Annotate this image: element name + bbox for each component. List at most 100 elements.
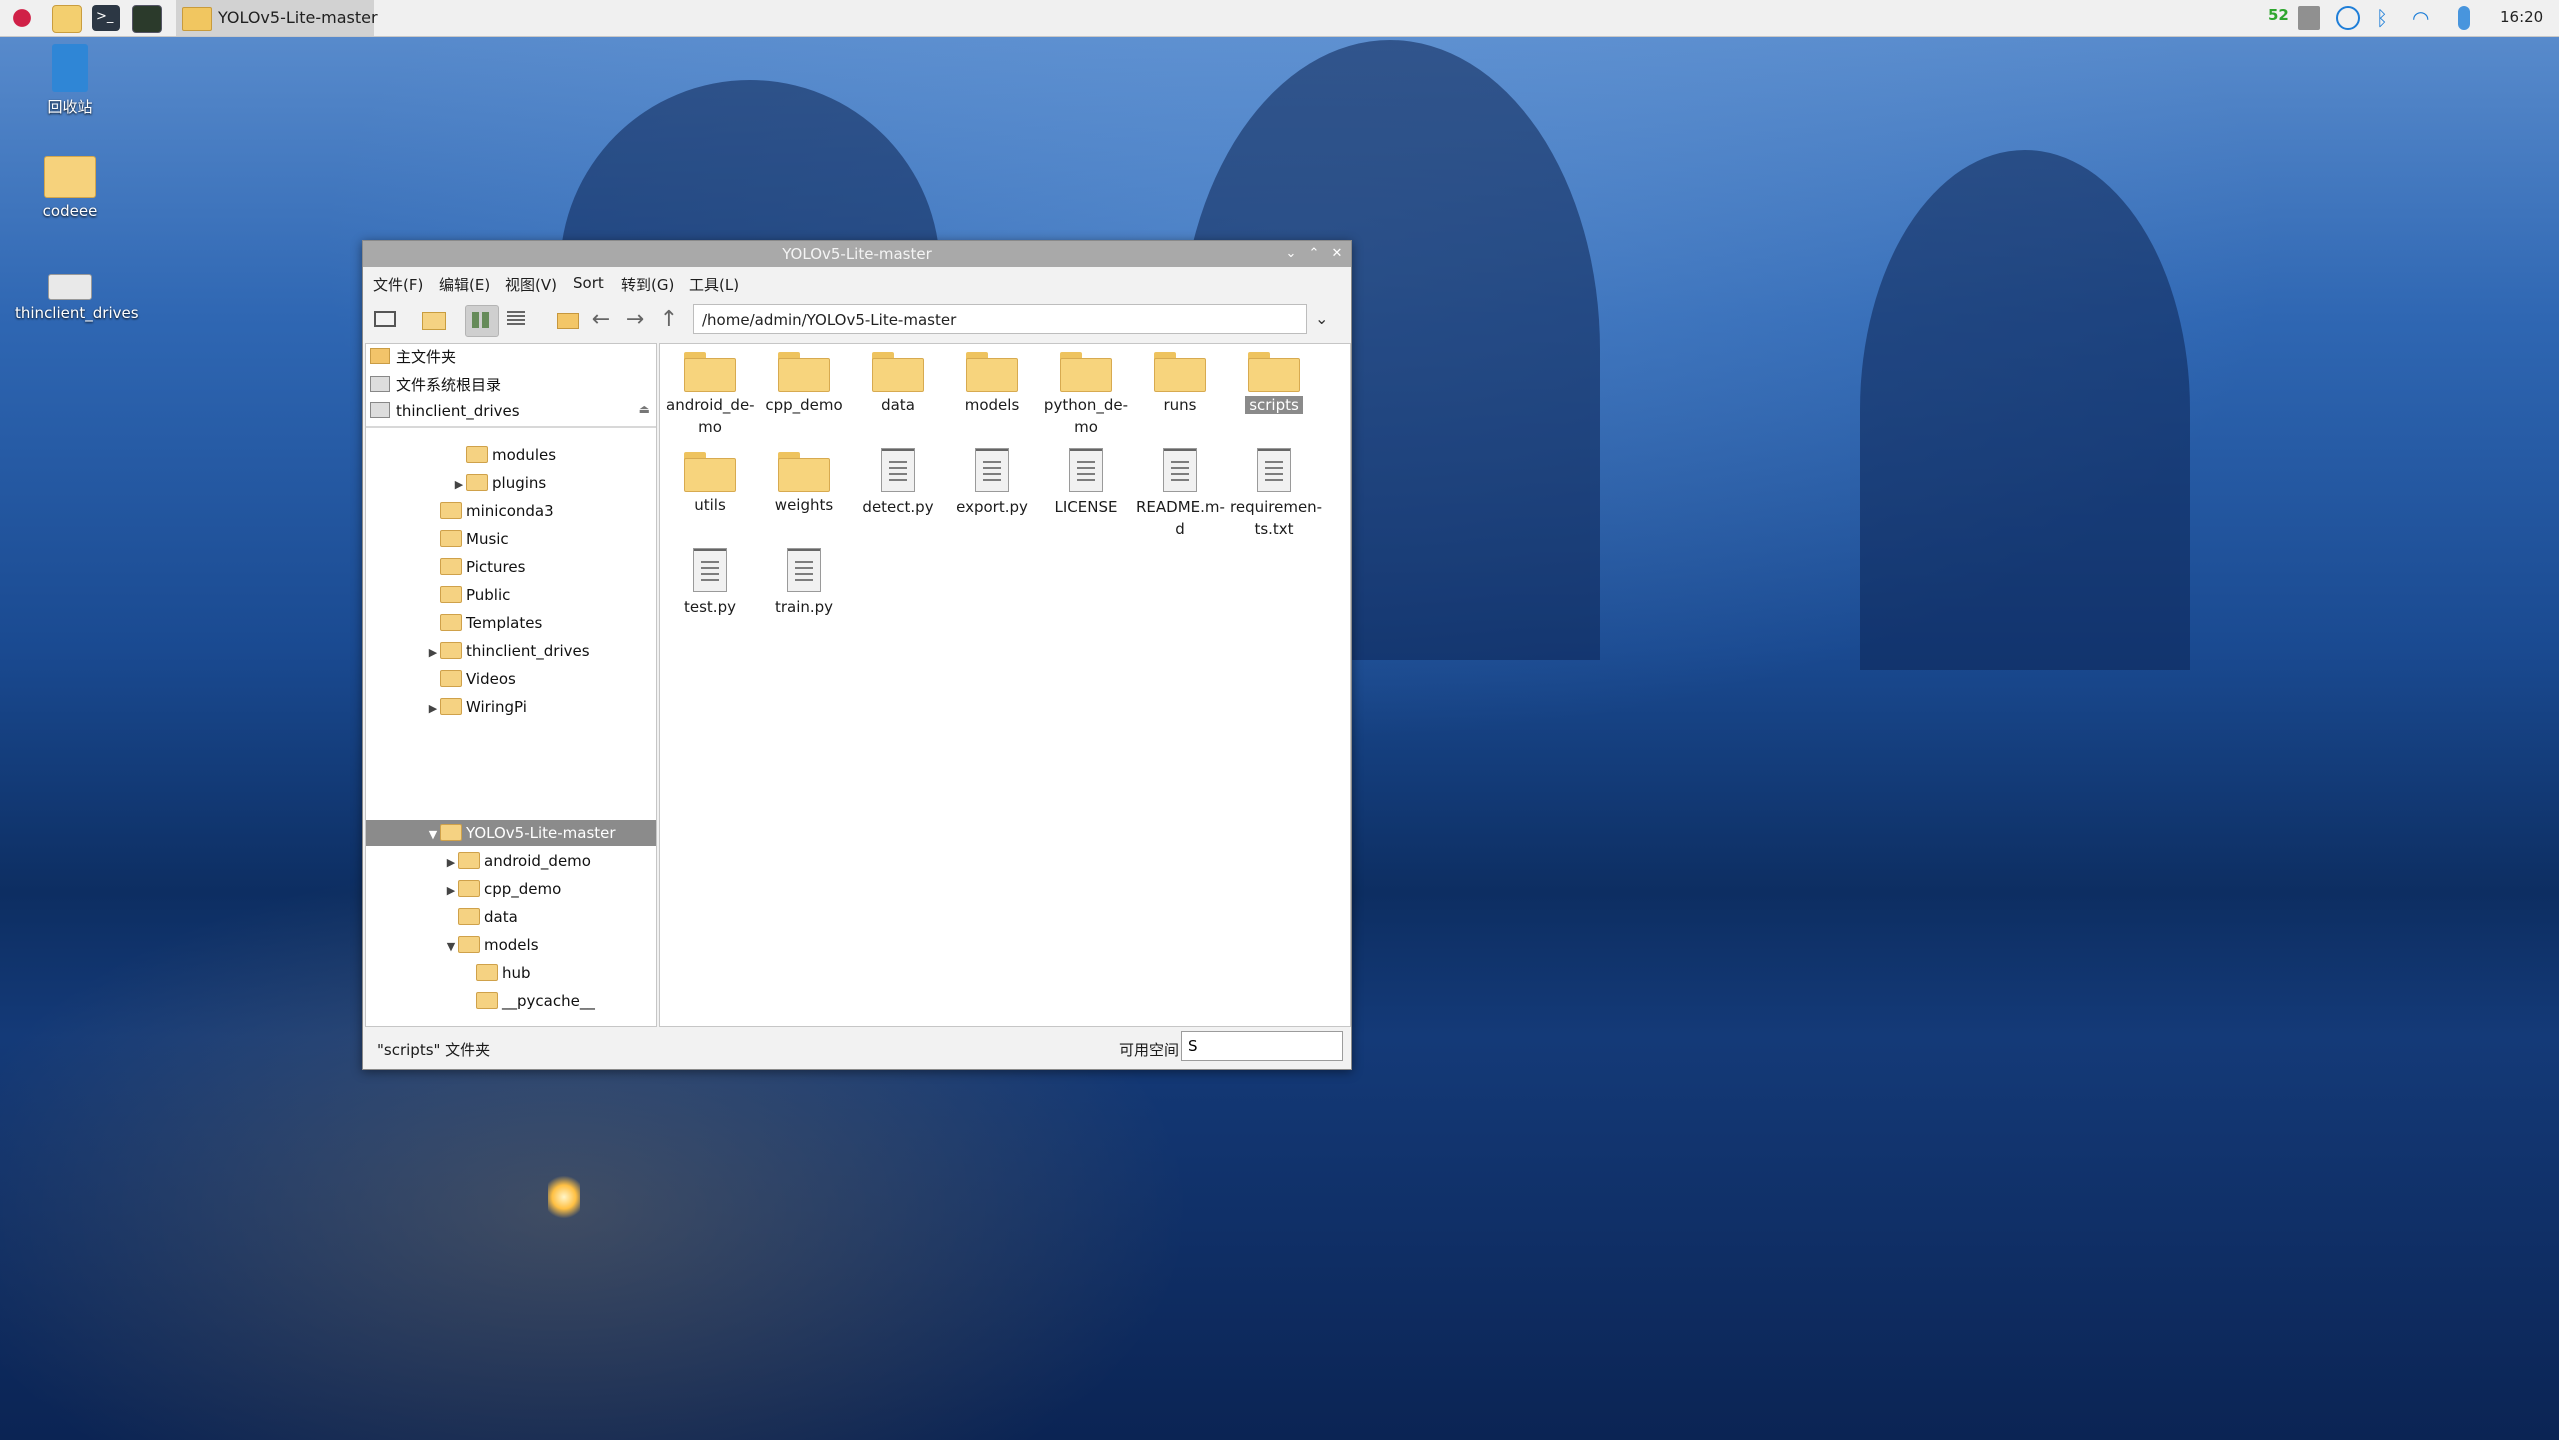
desktop-item-label: thinclient_drives	[15, 304, 139, 322]
folder-icon	[872, 352, 924, 392]
menu-tools[interactable]: 工具(L)	[689, 274, 739, 295]
text-file-icon	[1163, 448, 1197, 492]
new-folder-icon[interactable]	[417, 305, 449, 335]
file-item[interactable]: requiremen- ts.txt	[1230, 448, 1322, 540]
wifi-icon[interactable]: ◠	[2412, 6, 2429, 30]
folder-item-selected[interactable]: scripts	[1230, 352, 1318, 416]
raspberry-menu-icon[interactable]	[8, 5, 36, 31]
up-icon[interactable]: ↑	[653, 305, 685, 335]
desktop-folder-codeee[interactable]: codeee	[15, 156, 125, 220]
file-icon-view[interactable]: android_de- mo cpp_demo data models pyth…	[659, 343, 1351, 1027]
home-icon[interactable]	[551, 305, 583, 335]
file-manager-icon[interactable]	[52, 5, 82, 33]
folder-icon	[778, 352, 830, 392]
tree-node[interactable]: ▶ cpp_demo	[444, 876, 561, 902]
tree-node[interactable]: ▶ WiringPi	[426, 694, 527, 720]
bluetooth-icon[interactable]: ᛒ	[2376, 6, 2388, 30]
pane-divider	[366, 426, 656, 428]
tree-node[interactable]: Public	[426, 582, 510, 608]
place-label: 文件系统根目录	[396, 376, 502, 394]
path-bar[interactable]: /home/admin/YOLOv5-Lite-master	[693, 304, 1307, 334]
folder-item[interactable]: data	[854, 352, 942, 416]
folder-icon	[476, 992, 498, 1009]
folder-icon	[458, 936, 480, 953]
maximize-icon[interactable]: ⌃	[1304, 244, 1324, 264]
folder-item[interactable]: models	[948, 352, 1036, 416]
window-title: YOLOv5-Lite-master	[782, 245, 932, 263]
item-name: cpp_demo	[765, 396, 843, 414]
tree-node-selected[interactable]: ▼ YOLOv5-Lite-master	[426, 820, 616, 846]
taskbar-window-button[interactable]: YOLOv5-Lite-master	[176, 0, 378, 36]
tree-node[interactable]: miniconda3	[426, 498, 554, 524]
tree-node[interactable]: modules	[452, 442, 556, 468]
tree-node[interactable]: Music	[426, 526, 509, 552]
folder-item[interactable]: utils	[666, 452, 754, 516]
menu-view[interactable]: 视图(V)	[505, 274, 557, 295]
folder-item[interactable]: android_de- mo	[666, 352, 755, 438]
folder-icon	[1154, 352, 1206, 392]
file-manager-window: YOLOv5-Lite-master ⌄ ⌃ ✕ 文件(F) 编辑(E) 视图(…	[362, 240, 1352, 1070]
forward-icon[interactable]: →	[619, 305, 651, 335]
clock[interactable]: 16:20	[2500, 8, 2543, 32]
tree-node[interactable]: ▶ thinclient_drives	[426, 638, 590, 664]
folder-icon	[440, 502, 462, 519]
network-status-icon[interactable]	[2298, 6, 2320, 30]
file-item[interactable]: test.py	[666, 548, 754, 618]
new-window-icon[interactable]	[369, 305, 401, 335]
minimize-icon[interactable]: ⌄	[1281, 244, 1301, 264]
place-thinclient[interactable]: thinclient_drives ⏏	[370, 402, 650, 428]
close-icon[interactable]: ✕	[1327, 244, 1347, 264]
desktop-trash[interactable]: 回收站	[15, 44, 125, 117]
item-name: data	[881, 396, 915, 414]
menu-sort[interactable]: Sort	[573, 274, 604, 292]
folder-icon	[966, 352, 1018, 392]
desktop-drive-thinclient[interactable]: thinclient_drives	[15, 274, 139, 322]
file-item[interactable]: detect.py	[854, 448, 942, 518]
folder-item[interactable]: python_de- mo	[1042, 352, 1130, 438]
microphone-icon[interactable]	[2458, 6, 2470, 30]
desktop-item-label: codeee	[42, 202, 98, 220]
folder-icon	[44, 156, 96, 198]
file-item[interactable]: train.py	[760, 548, 848, 618]
folder-item[interactable]: weights	[760, 452, 848, 516]
back-icon[interactable]: ←	[585, 305, 617, 335]
tree-node[interactable]: hub	[462, 960, 531, 986]
tree-node[interactable]: Templates	[426, 610, 542, 636]
file-item[interactable]: LICENSE	[1042, 448, 1130, 518]
icon-view-icon[interactable]	[465, 305, 499, 337]
side-pane: 主文件夹 文件系统根目录 thinclient_drives ⏏ modules …	[365, 343, 657, 1027]
eject-icon[interactable]: ⏏	[639, 402, 650, 416]
folder-icon	[1060, 352, 1112, 392]
file-item[interactable]: export.py	[948, 448, 1036, 518]
tree-node[interactable]: ▼ models	[444, 932, 539, 958]
filter-input[interactable]	[1181, 1031, 1343, 1061]
tree-node[interactable]: __pycache__	[462, 988, 595, 1014]
pictures-folder-icon	[440, 558, 462, 575]
place-home[interactable]: 主文件夹	[370, 346, 456, 372]
window-titlebar[interactable]: YOLOv5-Lite-master ⌄ ⌃ ✕	[363, 241, 1351, 267]
status-text: "scripts" 文件夹	[377, 1041, 491, 1059]
folder-icon	[440, 642, 462, 659]
place-root[interactable]: 文件系统根目录	[370, 374, 501, 400]
menu-file[interactable]: 文件(F)	[373, 274, 423, 295]
tree-node[interactable]: Videos	[426, 666, 516, 692]
menu-edit[interactable]: 编辑(E)	[439, 274, 490, 295]
mountain-silhouette	[1860, 150, 2190, 670]
download-icon[interactable]	[2336, 6, 2360, 30]
terminal-icon[interactable]: >_	[92, 5, 120, 31]
task-manager-icon[interactable]	[132, 5, 162, 33]
chevron-down-icon[interactable]: ⌄	[1315, 309, 1328, 328]
tree-node[interactable]: data	[444, 904, 518, 930]
folder-icon	[182, 7, 212, 31]
folder-item[interactable]: runs	[1136, 352, 1224, 416]
folder-item[interactable]: cpp_demo	[760, 352, 848, 416]
tree-node[interactable]: ▶ android_demo	[444, 848, 591, 874]
videos-folder-icon	[440, 670, 462, 687]
menu-go[interactable]: 转到(G)	[621, 274, 674, 295]
tree-node[interactable]: Pictures	[426, 554, 525, 580]
item-name: scripts	[1245, 396, 1303, 414]
tree-node[interactable]: ▶ plugins	[452, 470, 546, 496]
list-view-icon[interactable]	[501, 305, 533, 335]
folder-icon	[466, 446, 488, 463]
file-item[interactable]: README.m- d	[1136, 448, 1225, 540]
